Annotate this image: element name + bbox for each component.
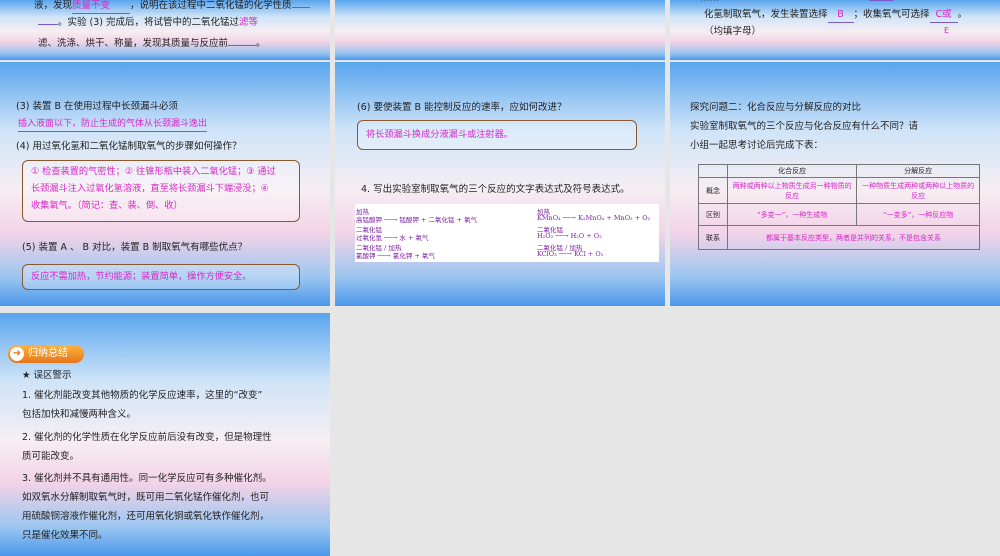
text: 。 [256, 38, 266, 49]
slide-top-middle [335, 0, 665, 60]
symbol-equation: H₂O₂ ──→ H₂O + O₂ [537, 232, 602, 240]
question-3: (3) 装置 B 在使用过程中长颈漏斗必须 [16, 101, 179, 112]
text-line: 只是催化效果不同。 [22, 530, 108, 541]
text-line: 化氢制取氧气，发生装置选择 B ；收集氧气可选择 C或。 [704, 8, 967, 23]
slide-top-left: 液，发现质量不变 ，说明在该过程中二氧化锰的化学性质 。实验 (3) 完成后，将试… [0, 0, 330, 60]
text: 。实验 (3) 完成后，将试管中的二氧化锰过 [58, 17, 239, 28]
text-line: 如双氧水分解制取氧气时，既可用二氧化锰作催化剂，也可 [22, 492, 270, 503]
badge-label: 归纳总结 [28, 348, 68, 359]
answer-blank: B [827, 8, 854, 23]
question-4: (4) 用过氧化氢和二氧化锰制取氧气的步骤如何操作？ [16, 141, 242, 152]
answer-mark: 滤等 [239, 17, 259, 28]
table-cell: “多变一”，一种生成物 [726, 203, 858, 226]
text-line: 液，发现质量不变 ，说明在该过程中二氧化锰的化学性质 [34, 0, 310, 14]
text-line: 用硫酸铜溶液作催化剂，还可用氧化铜或氧化铁作催化剂， [22, 511, 270, 522]
answer-blank: 质量不变 [72, 0, 131, 14]
blank [228, 45, 257, 46]
section-heading: ★ 误区警示 [22, 370, 72, 381]
text-line: 小组一起思考讨论后完成下表： [690, 140, 824, 151]
text-line: 包括加快和减慢两种含义。 [22, 409, 137, 420]
word-equation: 高锰酸钾 ──→ 锰酸钾 + 二氧化锰 + 氧气 [356, 216, 478, 224]
question-7: 4. 写出实验室制取氧气的三个反应的文字表达式及符号表达式。 [361, 184, 630, 195]
text: 滤、洗涤、烘干、称量，发现其质量与反应前 [38, 38, 229, 49]
summary-badge: ➜ 归纳总结 [8, 345, 84, 363]
answer-mark: E [944, 26, 950, 35]
question-5: (5) 装置 A 、 B 对比，装置 B 制取氧气有哪些优点？ [22, 242, 248, 253]
answer-blank: C或 [929, 8, 958, 23]
comparison-table: 化合反应 分解反应 概念 两种或两种以上物质生成另一种物质的反应 一种物质生成两… [698, 164, 980, 250]
answer-text: 将长颈漏斗换成分液漏斗或注射器。 [366, 129, 513, 140]
text-line: 探究问题二：化合反应与分解反应的对比 [690, 102, 862, 113]
blank [291, 7, 310, 8]
answer-4-box: ① 检查装置的气密性；② 往锥形瓶中装入二氧化锰；③ 通过 长颈漏斗注入过氧化氢… [22, 160, 300, 222]
answer-line: 收集氧气。（简记：查、装、倒、收） [31, 200, 183, 211]
row-label: 区别 [698, 203, 728, 226]
text: ；收集氧气可选择 [853, 9, 930, 20]
cut-line: …… [700, 0, 996, 4]
header-cell: 化合反应 [726, 164, 858, 178]
table-row: 概念 两种或两种以上物质生成另一种物质的反应 一种物质生成两种或两种以上物质的反… [698, 177, 980, 204]
answer-6-box: 将长颈漏斗换成分液漏斗或注射器。 [357, 120, 637, 150]
word-equation: 过氧化氢 ──→ 水 + 氧气 [356, 234, 429, 242]
text-line: 1. 催化剂能改变其他物质的化学反应速率，这里的“改变” [22, 390, 263, 401]
text: 化氢制取氧气，发生装置选择 [704, 9, 828, 20]
table-header: 化合反应 分解反应 [698, 164, 980, 178]
slide-explore: 探究问题二：化合反应与分解反应的对比 实验室制取氧气的三个反应与化合反应有什么不… [670, 62, 1000, 306]
table-cell: 一种物质生成两种或两种以上物质的反应 [856, 177, 980, 204]
text: 。 [957, 9, 968, 20]
slide-q6-equations: (6) 要使装置 B 能控制反应的速率，应如何改进？ 将长颈漏斗换成分液漏斗或注… [335, 62, 665, 306]
text-line: 滤、洗涤、烘干、称量，发现其质量与反应前 。 [38, 37, 266, 51]
text-line: 。实验 (3) 完成后，将试管中的二氧化锰过滤等 [38, 16, 258, 30]
text-line: 2. 催化剂的化学性质在化学反应前后没有改变，但是物理性 [22, 432, 272, 443]
answer-text: 反应不需加热，节约能源；装置简单，操作方便安全。 [31, 271, 252, 282]
table-row: 联系 都属于基本反应类型，两者是并列的关系，不是包含关系 [698, 225, 980, 250]
answer-line: ① 检查装置的气密性；② 往锥形瓶中装入二氧化锰；③ 通过 [31, 166, 276, 177]
table-cell: 都属于基本反应类型，两者是并列的关系，不是包含关系 [727, 225, 980, 250]
slide-q3-q5: (3) 装置 B 在使用过程中长颈漏斗必须 插入液面以下，防止生成的气体从长颈漏… [0, 62, 330, 306]
header-cell [698, 164, 728, 178]
answer-5-box: 反应不需加热，节约能源；装置简单，操作方便安全。 [22, 264, 300, 290]
word-equation: 氯酸钾 ──→ 氯化钾 + 氧气 [356, 252, 435, 260]
slide-top-right: …… 化氢制取氧气，发生装置选择B；收集氧气可选择C或。 （均填字母） E [670, 0, 1000, 60]
answer-3: 插入液面以下，防止生成的气体从长颈漏斗逸出 [18, 117, 208, 132]
answer-text: 插入液面以下，防止生成的气体从长颈漏斗逸出 [18, 117, 208, 132]
question-6: (6) 要使装置 B 能控制反应的速率，应如何改进？ [357, 102, 567, 113]
table-cell: “一变多”，一种反应物 [856, 203, 980, 226]
row-label: 概念 [698, 177, 728, 204]
row-label: 联系 [698, 225, 728, 250]
slide-summary: ➜ 归纳总结 ★ 误区警示 1. 催化剂能改变其他物质的化学反应速率，这里的“改… [0, 313, 330, 556]
text: ，说明在该过程中二氧化锰的化学性质 [130, 0, 292, 11]
header-cell: 分解反应 [856, 164, 980, 178]
text-line: 实验室制取氧气的三个反应与化合反应有什么不同？请 [690, 121, 919, 132]
table-row: 区别 “多变一”，一种生成物 “一变多”，一种反应物 [698, 203, 980, 226]
text-line: 3. 催化剂并不具有通用性。同一化学反应可有多种催化剂。 [22, 473, 272, 484]
table-cell: 两种或两种以上物质生成另一种物质的反应 [726, 177, 858, 204]
text-line: 质可能改变。 [22, 451, 80, 462]
blank [869, 0, 893, 1]
answer-line: 长颈漏斗注入过氧化氢溶液，直至将长颈漏斗下端浸没；④ [31, 183, 269, 194]
arrow-icon: ➜ [10, 347, 24, 361]
text-line: （均填字母） [704, 26, 762, 37]
blank [38, 24, 58, 25]
equations-panel: 加热 高锰酸钾 ──→ 锰酸钾 + 二氧化锰 + 氧气 二氧化锰 过氧化氢 ──… [355, 204, 659, 262]
symbol-equation: KMnO₄ ──→ K₂MnO₄ + MnO₂ + O₂ [537, 214, 651, 222]
symbol-equation: KClO₃ ──→ KCl + O₂ [537, 250, 604, 258]
text: 液，发现 [34, 0, 73, 11]
